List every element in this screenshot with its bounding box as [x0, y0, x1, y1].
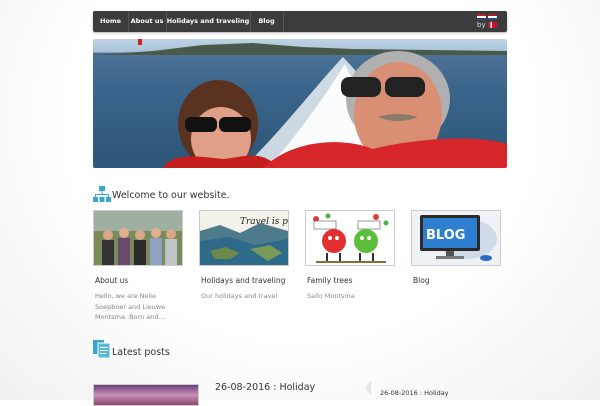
language-by-label: by: [477, 21, 486, 29]
holidays-thumbnail[interactable]: Travel is priceless.: [199, 210, 289, 266]
card-title[interactable]: Holidays and traveling: [201, 276, 285, 285]
card-title[interactable]: Blog: [413, 276, 430, 285]
english-flag-icon[interactable]: [477, 14, 486, 20]
nav-item-home[interactable]: Home: [93, 11, 129, 32]
welcome-heading: Welcome to our website.: [112, 190, 230, 201]
card-title[interactable]: About us: [95, 276, 128, 285]
post-title[interactable]: 26-08-2016 : Holiday: [215, 382, 315, 393]
nav-item-blog[interactable]: Blog: [250, 11, 284, 32]
nav-item-holidays-and-traveling[interactable]: Holidays and traveling: [166, 11, 251, 32]
cartoon-apples-illustration: [306, 211, 394, 265]
hero-image: [93, 39, 507, 168]
dutch-flag-icon[interactable]: [488, 14, 497, 20]
travel-caption: Travel is priceless.: [240, 217, 288, 227]
sitemap-icon: [93, 186, 111, 202]
documents-icon: [93, 340, 111, 358]
family-photo-illustration: [94, 211, 182, 265]
hero-photo-illustration: [93, 39, 507, 168]
travel-photo-illustration: Travel is priceless.: [200, 211, 288, 265]
post-thumbnail[interactable]: [93, 384, 199, 406]
nav-item-about-us[interactable]: About us: [128, 11, 167, 32]
card-description: Hello, we are Nelie Soepboer and Lieuwe …: [95, 292, 166, 321]
frisian-flag-icon[interactable]: [488, 22, 497, 28]
sidebar-post-link[interactable]: 26-08-2016 : Holiday: [380, 389, 449, 397]
family-trees-thumbnail[interactable]: [305, 210, 395, 266]
latest-posts-heading: Latest posts: [112, 347, 170, 358]
blog-thumbnail[interactable]: BLOG: [411, 210, 501, 266]
language-switcher: by: [477, 13, 499, 30]
sidebar-arrow-icon: [365, 380, 371, 396]
blog-caption: BLOG: [426, 228, 465, 243]
card-title[interactable]: Family trees: [307, 276, 353, 285]
blog-monitor-illustration: BLOG: [412, 211, 500, 265]
main-navigation: Home About us Holidays and traveling Blo…: [93, 11, 507, 32]
about-us-thumbnail[interactable]: [93, 210, 183, 266]
card-description: Our holidays and travel: [201, 292, 278, 300]
card-description: Sailo Montsma: [307, 292, 355, 300]
